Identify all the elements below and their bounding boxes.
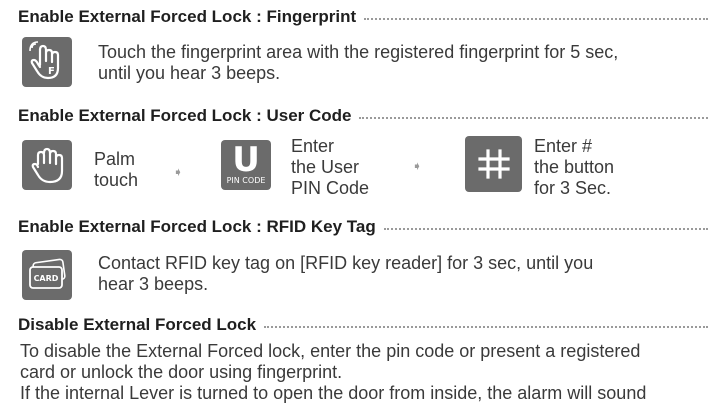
text-line: Contact RFID key tag on [RFID key reader…	[98, 253, 594, 273]
rfid-instruction: Contact RFID key tag on [RFID key reader…	[98, 253, 593, 295]
palm-icon	[22, 140, 72, 190]
text-line: Enter	[291, 136, 335, 156]
pin-letter: U	[232, 140, 260, 180]
heading-text: Enable External Forced Lock : Fingerprin…	[18, 7, 357, 26]
arrow-icon: ➧	[173, 165, 184, 179]
text-line: for 3 Sec.	[534, 178, 612, 198]
text-line: the button	[534, 157, 615, 177]
text-line: touch	[94, 170, 139, 190]
dotted-leader	[359, 117, 708, 119]
fingerprint-instruction: Touch the fingerprint area with the regi…	[98, 42, 618, 84]
hash-label: Enter # the button for 3 Sec.	[534, 136, 614, 199]
card-icon: CARD	[22, 250, 72, 300]
heading-text: Enable External Forced Lock : RFID Key T…	[18, 217, 376, 236]
svg-text:F: F	[48, 66, 55, 77]
heading-text: Enable External Forced Lock : User Code	[18, 106, 352, 125]
dotted-leader	[364, 18, 708, 20]
dotted-leader	[264, 326, 708, 328]
palm-touch-label: Palm touch	[94, 149, 138, 191]
text-line: hear 3 beeps.	[98, 274, 209, 294]
text-line: card or unlock the door using fingerprin…	[20, 362, 343, 382]
section-heading-disable: Disable External Forced Lock	[18, 314, 708, 336]
pin-code-label: Enter the User PIN Code	[291, 136, 369, 199]
text-line: PIN Code	[291, 178, 370, 198]
text-line: Palm	[94, 149, 136, 169]
svg-text:CARD: CARD	[34, 274, 59, 283]
text-line: To disable the External Forced lock, ent…	[20, 341, 641, 361]
pin-caption: PIN CODE	[226, 176, 266, 185]
hash-icon	[465, 136, 522, 192]
section-heading-fingerprint: Enable External Forced Lock : Fingerprin…	[18, 6, 708, 28]
pin-code-icon: U PIN CODE	[221, 140, 271, 190]
text-line: If the internal Lever is turned to open …	[20, 383, 647, 403]
text-line: Touch the fingerprint area with the regi…	[98, 42, 619, 62]
text-line: the User	[291, 157, 360, 177]
section-heading-rfid: Enable External Forced Lock : RFID Key T…	[18, 216, 708, 238]
text-line: Enter #	[534, 136, 593, 156]
fingerprint-hand-icon: F	[22, 37, 72, 87]
arrow-icon: ➧	[412, 159, 423, 173]
section-heading-user-code: Enable External Forced Lock : User Code	[18, 105, 708, 127]
heading-text: Disable External Forced Lock	[18, 315, 257, 334]
text-line: until you hear 3 beeps.	[98, 63, 281, 83]
dotted-leader	[383, 228, 708, 230]
disable-instruction: To disable the External Forced lock, ent…	[20, 341, 708, 404]
